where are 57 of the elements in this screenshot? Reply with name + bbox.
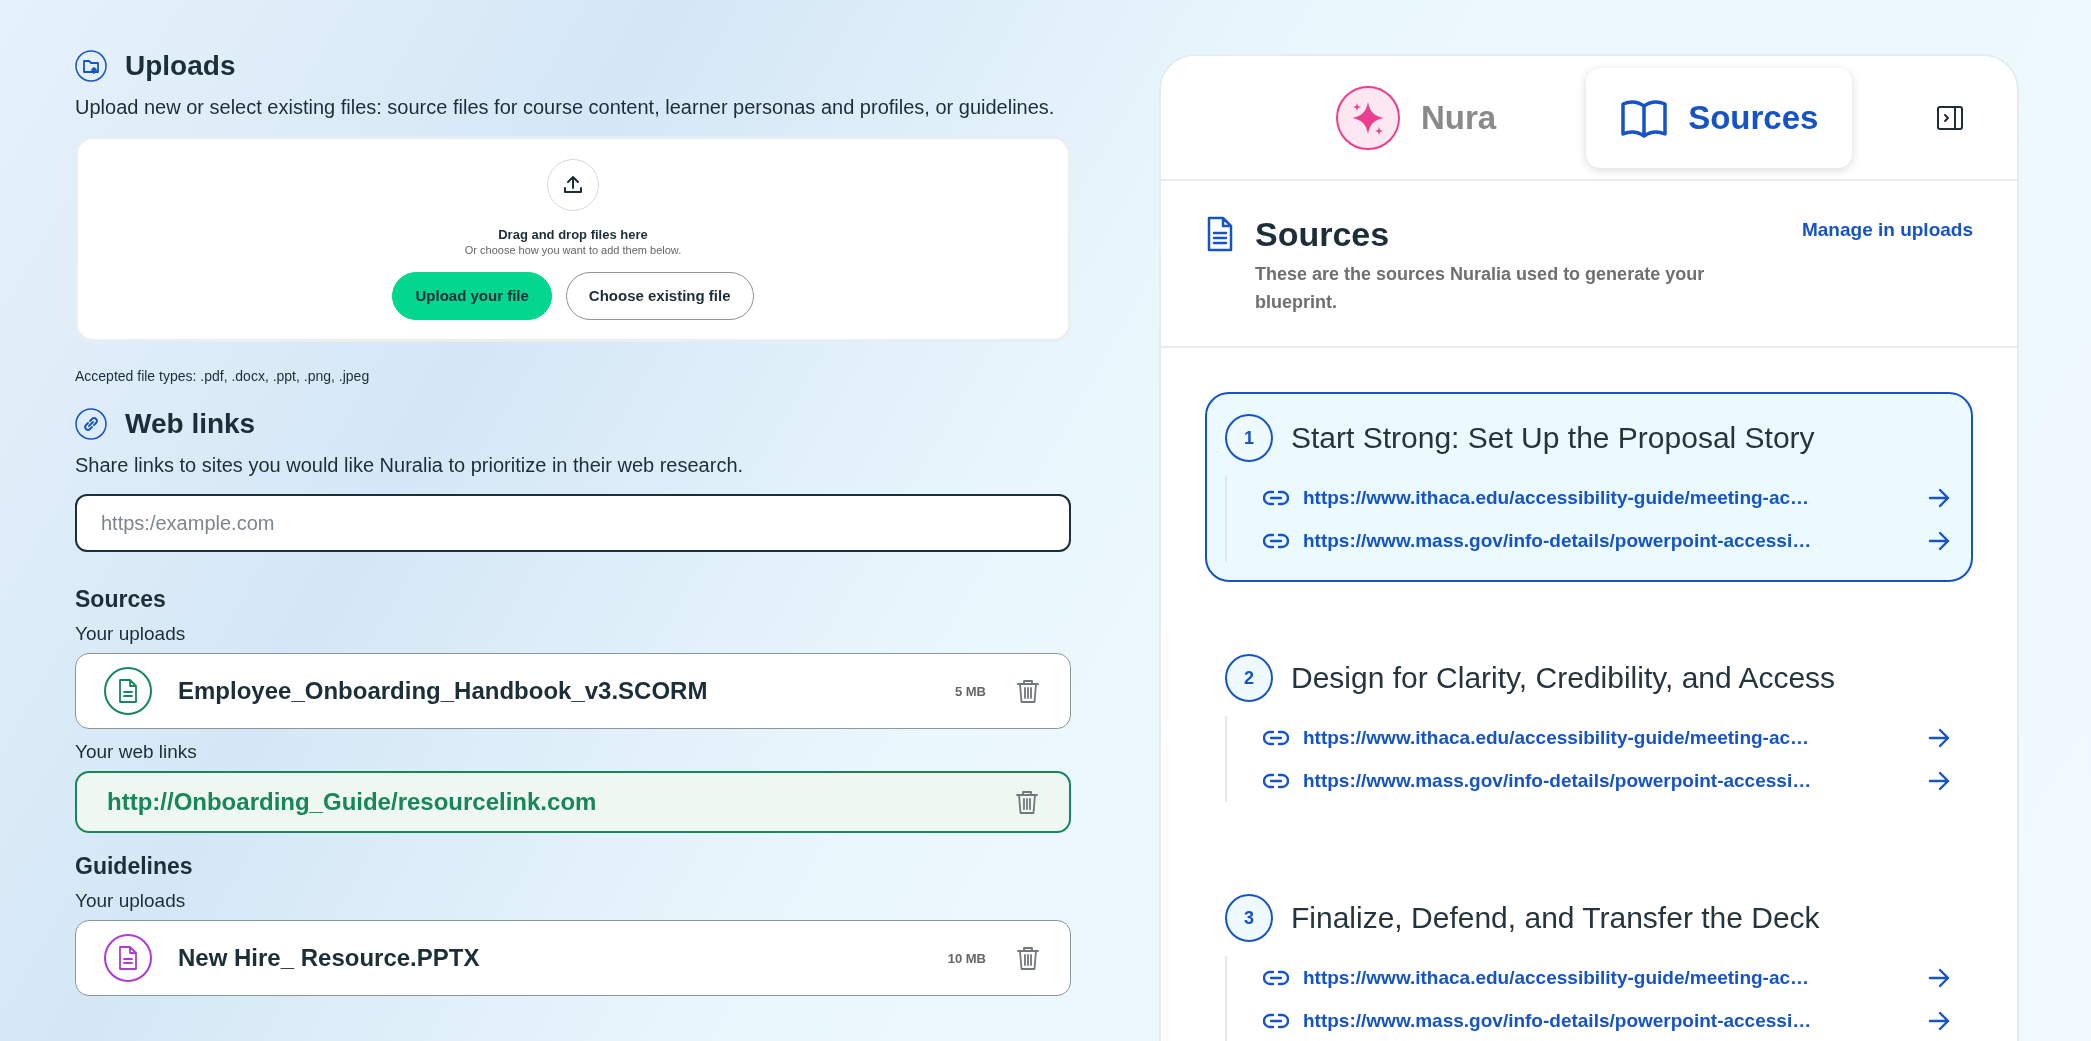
open-link-button[interactable]	[1927, 966, 1951, 989]
dropzone-title: Drag and drop files here	[498, 226, 648, 242]
source-section[interactable]: 2 Design for Clarity, Credibility, and Access https://www.ithaca.edu/accessibility-guide/meeting-ac… https://www.mass.gov/info-details/powerpoint-accessi…	[1205, 632, 1973, 822]
arrow-right-icon	[1927, 1009, 1951, 1032]
manage-uploads-link[interactable]: Manage in uploads	[1801, 219, 1973, 316]
group-title: Guidelines	[75, 853, 194, 880]
arrow-right-icon	[1927, 529, 1951, 552]
upload-file-button[interactable]: Upload your file	[392, 271, 552, 320]
link-icon	[75, 408, 107, 440]
panel-tab[interactable]: Nura	[1301, 67, 1531, 168]
section-title: Design for Clarity, Credibility, and Access	[1291, 661, 1836, 695]
section-title: Finalize, Defend, and Transfer the Deck	[1291, 901, 1820, 935]
list-label: Your uploads	[75, 890, 187, 912]
section-title: Start Strong: Set Up the Proposal Story	[1291, 421, 1815, 455]
open-link-button[interactable]	[1927, 769, 1951, 792]
open-link-button[interactable]	[1927, 529, 1951, 552]
section-title: Uploads	[125, 50, 236, 82]
sparkle-icon	[1335, 84, 1401, 151]
list-label: Your web links	[75, 741, 198, 763]
accepted-file-types: Accepted file types: .pdf, .docx, .ppt, .png, .jpeg	[75, 368, 371, 384]
file-name: New Hire_ Resource.PPTX	[178, 944, 481, 972]
source-link[interactable]: https://www.mass.gov/info-details/powerpoint-accessi…	[1303, 1009, 1913, 1032]
file-size: 5 MB	[954, 683, 986, 699]
book-icon	[1620, 97, 1669, 138]
panel-heading: Sources	[1255, 215, 1391, 254]
dropzone-subtitle: Or choose how you want to add them below.	[464, 243, 682, 256]
file-name: Employee_Onboarding_Handbook_v3.SCORM	[178, 677, 709, 705]
arrow-right-icon	[1927, 966, 1951, 989]
section-description: Upload new or select existing files: source files for course content, learner personas and profiles, or guidelines.	[75, 95, 1056, 120]
source-section[interactable]: 3 Finalize, Defend, and Transfer the Deck https://www.ithaca.edu/accessibility-guide/meeting-ac… https://www.mass.gov/info-details/powerpoint-accessi…	[1205, 872, 1973, 1041]
step-number: 3	[1225, 894, 1273, 942]
source-link[interactable]: https://www.mass.gov/info-details/powerpoint-accessi…	[1303, 769, 1913, 792]
link-url: http://Onboarding_Guide/resourcelink.com	[107, 788, 598, 816]
list-label: Your uploads	[75, 623, 187, 645]
source-link[interactable]: https://www.mass.gov/info-details/powerpoint-accessi…	[1303, 529, 1913, 552]
panel-tab[interactable]: Sources	[1586, 67, 1853, 168]
source-link[interactable]: https://www.ithaca.edu/accessibility-guide/meeting-ac…	[1303, 966, 1913, 989]
url-input-field[interactable]: https:/example.com	[75, 494, 1071, 552]
source-link[interactable]: https://www.ithaca.edu/accessibility-guide/meeting-ac…	[1303, 486, 1913, 509]
panel-description: These are the sources Nuralia used to generate your blueprint.	[1255, 263, 1706, 314]
step-number: 1	[1225, 414, 1273, 462]
arrow-right-icon	[1927, 769, 1951, 792]
open-link-button[interactable]	[1927, 726, 1951, 749]
step-number: 2	[1225, 654, 1273, 702]
group-title: Sources	[75, 586, 167, 613]
section-title: Web links	[125, 408, 256, 440]
arrow-right-icon	[1927, 726, 1951, 749]
folder-upload-icon	[75, 50, 107, 82]
document-icon	[1205, 215, 1235, 253]
source-section[interactable]: 1 Start Strong: Set Up the Proposal Story https://www.ithaca.edu/accessibility-guide/meeting-ac… https://www.mass.gov/info-details/powerpoint-accessi…	[1205, 392, 1973, 582]
arrow-right-icon	[1927, 486, 1951, 509]
choose-file-button[interactable]: Choose existing file	[565, 271, 754, 320]
section-description: Share links to sites you would like Nuralia to prioritize in their web research.	[75, 453, 745, 478]
open-link-button[interactable]	[1927, 486, 1951, 509]
source-link[interactable]: https://www.ithaca.edu/accessibility-guide/meeting-ac…	[1303, 726, 1913, 749]
file-size: 10 MB	[947, 950, 986, 966]
open-link-button[interactable]	[1927, 1009, 1951, 1032]
